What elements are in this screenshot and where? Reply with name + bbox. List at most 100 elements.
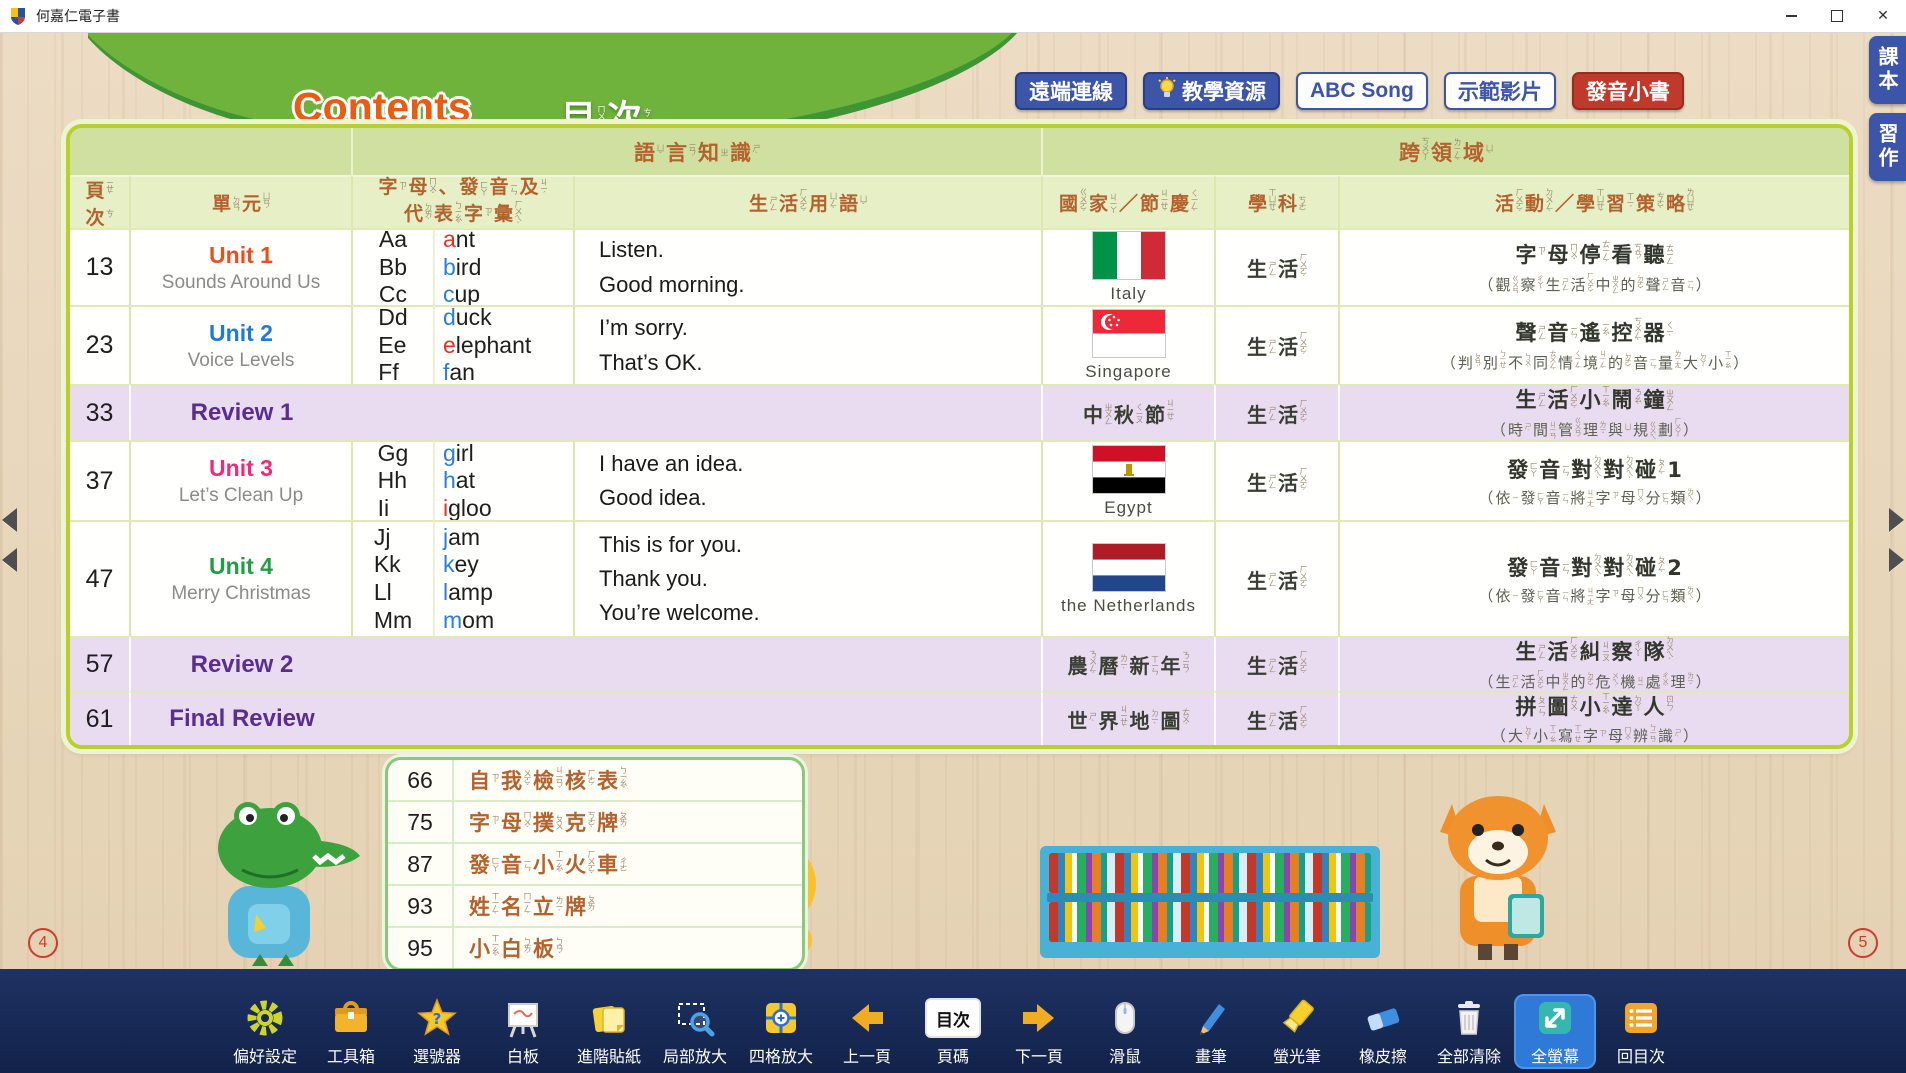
- gear-icon: [243, 994, 287, 1042]
- group-header-language-knowledge: 語ㄩˇ言ㄧㄢˊ知ㄓ識ㄕˋ: [351, 128, 1041, 175]
- toolbar-item-prev-page[interactable]: 上一頁: [826, 994, 908, 1069]
- app-logo-icon: [8, 6, 28, 26]
- phrases-cell: This is for you. Thank you. You’re welco…: [573, 520, 1041, 636]
- bookshelf-top-row: [1049, 853, 1371, 893]
- whiteboard-icon: [501, 994, 545, 1042]
- unit-cell: Unit 3 Let’s Clean Up: [129, 440, 351, 520]
- activity-cell: 生ㄕㄥ活ㄏㄨㄛˊ糾ㄐㄧㄡ察ㄔㄚˊ隊ㄉㄨㄟˋ （生ㄕㄥ活ㄏㄨㄛˊ中ㄓㄨㄥ的ㄉㄜ˙危…: [1338, 636, 1849, 691]
- group-header-spacer: [70, 128, 351, 175]
- minimize-button[interactable]: [1768, 0, 1814, 32]
- quad-zoom-icon: [759, 994, 803, 1042]
- review-title-cell: Final Review: [129, 691, 1041, 745]
- flag-singapore-icon: [1092, 309, 1166, 358]
- unit-cell: Unit 1 Sounds Around Us: [129, 228, 351, 305]
- toolbar-item-eraser[interactable]: 橡皮擦: [1342, 994, 1424, 1069]
- activity-cell: 生ㄕㄥ活ㄏㄨㄛˊ小ㄒㄧㄠˇ鬧ㄋㄠˋ鐘ㄓㄨㄥ （時ㄕˊ間ㄐㄧㄢ管ㄍㄨㄢˇ理ㄌㄧˇ與…: [1338, 384, 1849, 440]
- list-item[interactable]: 66 自ㄗˋ我ㄨㄛˇ檢ㄐㄧㄢˇ核ㄏㄜˊ表ㄅㄧㄠˇ: [388, 760, 802, 800]
- bookshelf-bottom-row: [1049, 902, 1371, 942]
- toolbar-item-fullscreen[interactable]: 全螢幕: [1514, 994, 1596, 1069]
- right-page-number: 5: [1848, 928, 1878, 958]
- column-header-phrases: 生ㄕㄥ活ㄏㄨㄛˊ用ㄩㄥˋ語ㄩˇ: [573, 175, 1041, 228]
- zoom-area-icon: [673, 994, 717, 1042]
- tab-workbook[interactable]: 習作: [1869, 113, 1906, 181]
- next-page-edge-control[interactable]: [1889, 508, 1904, 572]
- page-cell: 61: [70, 691, 129, 745]
- toolbox-icon: [329, 994, 373, 1042]
- page-cell: 23: [70, 305, 129, 384]
- toolbar-item-next-page[interactable]: 下一頁: [998, 994, 1080, 1069]
- letters-cell: Gg Hh Ii: [351, 440, 433, 520]
- page-cell: 33: [70, 384, 129, 440]
- phrases-cell: I’m sorry. That’s OK.: [573, 305, 1041, 384]
- toolbar-item-quad-zoom[interactable]: 四格放大: [740, 994, 822, 1069]
- highlighter-icon: [1275, 994, 1319, 1042]
- toolbar-item-clear-all[interactable]: 全部清除: [1428, 994, 1510, 1069]
- prev-page-edge-control[interactable]: [2, 508, 17, 572]
- bottom-toolbar: 偏好設定 工具箱 ? 選號器 白板 進階貼紙 局部放大 四格放大 上一頁 目次 …: [0, 969, 1906, 1073]
- maximize-button[interactable]: [1814, 0, 1860, 32]
- page-number-display[interactable]: 目次: [925, 998, 981, 1038]
- page-cell: 47: [70, 520, 129, 636]
- toolbar-item-highlighter[interactable]: 螢光筆: [1256, 994, 1338, 1069]
- next-arrow-icon: [1017, 994, 1061, 1042]
- toolbar-item-number-picker[interactable]: ? 選號器: [396, 994, 478, 1069]
- unit-cell: Unit 4 Merry Christmas: [129, 520, 351, 636]
- chevron-right-icon: [1889, 548, 1904, 572]
- country-cell: the Netherlands: [1041, 520, 1214, 636]
- toolbar-item-preferences[interactable]: 偏好設定: [224, 994, 306, 1069]
- toc-icon: [1619, 994, 1663, 1042]
- abc-song-button[interactable]: ABC Song: [1296, 72, 1428, 110]
- remote-connect-button[interactable]: 遠端連線: [1015, 72, 1127, 110]
- chevron-right-icon: [1889, 508, 1904, 532]
- list-item[interactable]: 95 小ㄒㄧㄠˇ白ㄅㄞˊ板ㄅㄢˇ: [388, 926, 802, 968]
- toolbar-item-whiteboard[interactable]: 白板: [482, 994, 564, 1069]
- toolbar-item-pen[interactable]: 畫筆: [1170, 994, 1252, 1069]
- country-cell: 農ㄋㄨㄥˊ曆ㄌㄧˋ新ㄒㄧㄣ年ㄋㄧㄢˊ: [1041, 636, 1214, 691]
- page-cell: 13: [70, 228, 129, 305]
- side-tabs: 課本 習作: [1869, 36, 1906, 181]
- teaching-resources-button[interactable]: 教學資源: [1143, 72, 1280, 110]
- activity-cell: 發ㄈㄚ音ㄧㄣ對ㄉㄨㄟˋ對ㄉㄨㄟˋ碰ㄆㄥˋ 1 （依ㄧ發ㄈㄚ音ㄧㄣ將ㄐㄧㄤ字ㄗˋ母…: [1338, 440, 1849, 520]
- subject-cell: 生ㄕㄥ活ㄏㄨㄛˊ: [1214, 228, 1338, 305]
- subject-cell: 生ㄕㄥ活ㄏㄨㄛˊ: [1214, 520, 1338, 636]
- country-cell: 世ㄕˋ界ㄐㄧㄝˋ地ㄉㄧˋ圖ㄊㄨˊ: [1041, 691, 1214, 745]
- prev-arrow-icon: [845, 994, 889, 1042]
- toolbar-item-page-number[interactable]: 目次 頁碼: [912, 994, 994, 1069]
- words-cell: ant bird cup: [433, 228, 573, 305]
- list-item[interactable]: 75 字ㄗˋ母ㄇㄨˇ撲ㄆㄨ克ㄎㄜˋ牌ㄆㄞˊ: [388, 800, 802, 842]
- toolbar-item-toolbox[interactable]: 工具箱: [310, 994, 392, 1069]
- phrases-cell: Listen. Good morning.: [573, 228, 1041, 305]
- letters-cell: Aa Bb Cc: [351, 228, 433, 305]
- phrases-cell: I have an idea. Good idea.: [573, 440, 1041, 520]
- eraser-icon: [1361, 994, 1405, 1042]
- flag-egypt-icon: [1092, 445, 1166, 494]
- toolbar-item-zoom-area[interactable]: 局部放大: [654, 994, 736, 1069]
- column-header-letters: 字ㄗˋ母ㄇㄨˇ、發ㄈㄚ音ㄧㄣ及ㄐㄧˊ 代ㄉㄞˋ表ㄅㄧㄠˇ字ㄗˋ彙ㄏㄨㄟˋ: [351, 175, 573, 228]
- pen-icon: [1189, 994, 1233, 1042]
- page-cell: 37: [70, 440, 129, 520]
- activity-cell: 字ㄗˋ母ㄇㄨˇ停ㄊㄧㄥˊ看ㄎㄢˋ聽ㄊㄧㄥ （觀ㄍㄨㄢ察ㄔㄚˊ生ㄕㄥ活ㄏㄨㄛˊ中ㄓ…: [1338, 228, 1849, 305]
- list-item[interactable]: 93 姓ㄒㄧㄥˋ名ㄇㄧㄥˊ立ㄌㄧˋ牌ㄆㄞˊ: [388, 884, 802, 926]
- star-question-icon: ?: [415, 994, 459, 1042]
- window-title: 何嘉仁電子書: [36, 6, 120, 26]
- country-cell: Singapore: [1041, 305, 1214, 384]
- mouse-icon: [1103, 994, 1147, 1042]
- crocodile-mascot: [190, 778, 370, 966]
- close-button[interactable]: ✕: [1860, 0, 1906, 32]
- letters-cell: Jj Kk Ll Mm: [351, 520, 433, 636]
- subject-cell: 生ㄕㄥ活ㄏㄨㄛˊ: [1214, 305, 1338, 384]
- country-cell: Italy: [1041, 228, 1214, 305]
- toolbar-item-stickers[interactable]: 進階貼紙: [568, 994, 650, 1069]
- phonics-booklet-button[interactable]: 發音小書: [1572, 72, 1684, 110]
- words-cell: girl hat igloo: [433, 440, 573, 520]
- demo-video-button[interactable]: 示範影片: [1444, 72, 1556, 110]
- tab-textbook[interactable]: 課本: [1869, 36, 1906, 104]
- shiba-mascot: [1412, 776, 1582, 966]
- toolbar-item-back-to-toc[interactable]: 回目次: [1600, 994, 1682, 1069]
- subject-cell: 生ㄕㄥ活ㄏㄨㄛˊ: [1214, 636, 1338, 691]
- list-item[interactable]: 87 發ㄈㄚ音ㄧㄣ小ㄒㄧㄠˇ火ㄏㄨㄛˇ車ㄔㄜ: [388, 842, 802, 884]
- subject-cell: 生ㄕㄥ活ㄏㄨㄛˊ: [1214, 691, 1338, 745]
- toolbar-item-mouse[interactable]: 滑鼠: [1084, 994, 1166, 1069]
- words-cell: jam key lamp mom: [433, 520, 573, 636]
- review-title-cell: Review 2: [129, 636, 1041, 691]
